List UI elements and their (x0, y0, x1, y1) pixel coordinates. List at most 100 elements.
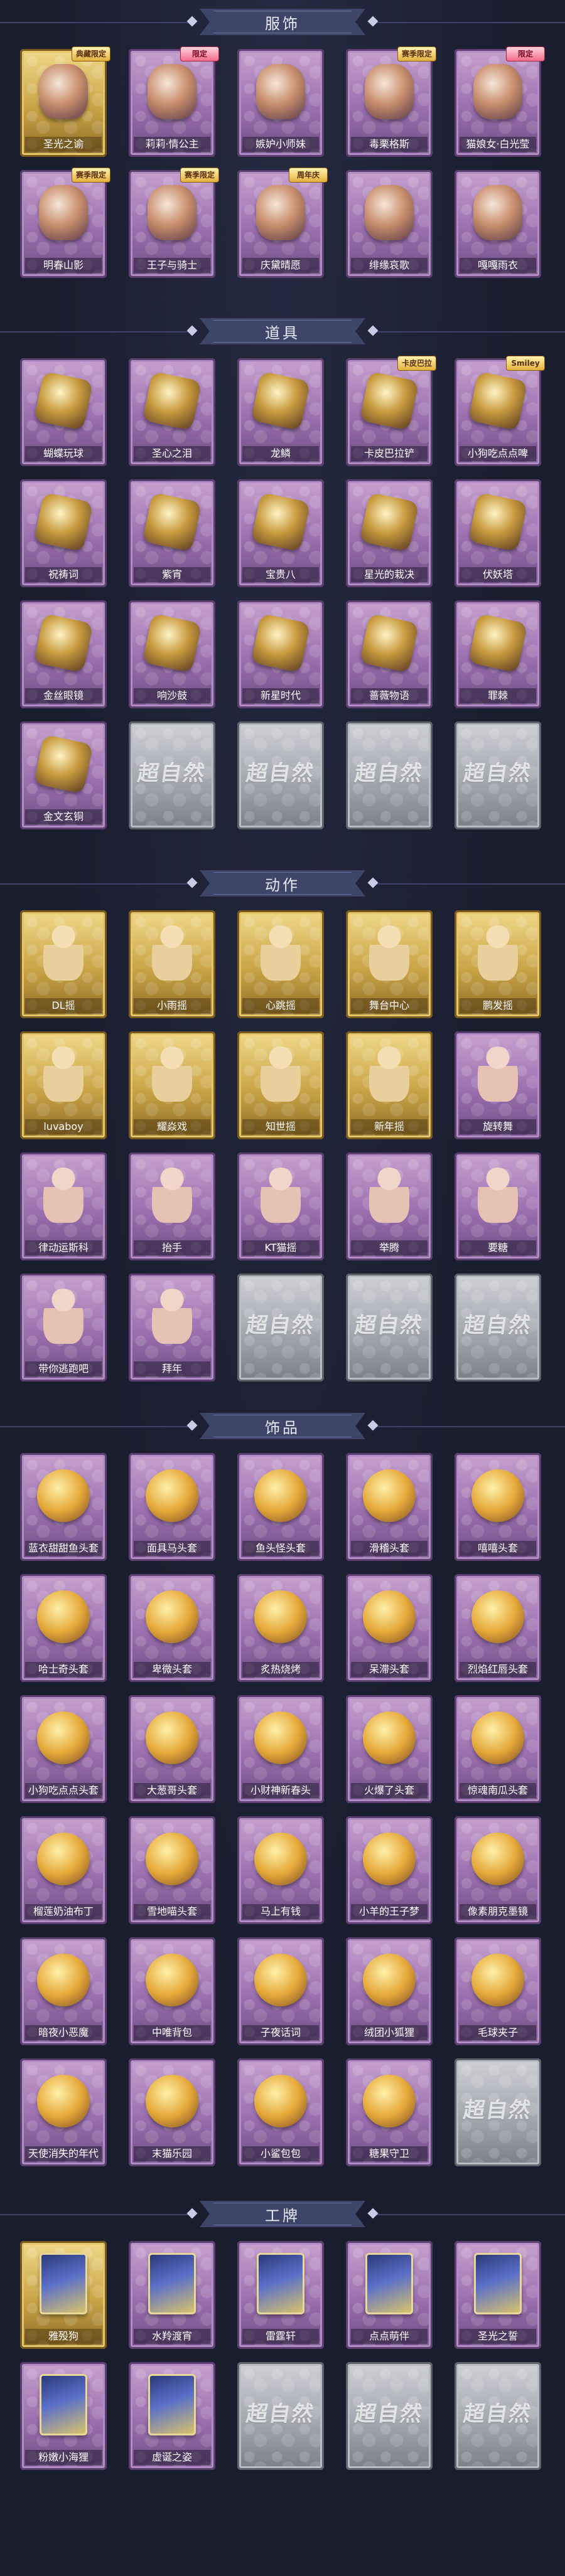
collection-item-card[interactable]: 耀焱戏 (129, 1031, 215, 1139)
collection-item-card[interactable]: 小狗吃点点啤 Smiley (455, 356, 545, 466)
collection-item-card[interactable]: 知世摇 (237, 1031, 324, 1139)
collection-item-card[interactable]: 舞台中心 (346, 910, 433, 1018)
collection-item-card[interactable]: 猫娘女·白光莹 限定 (455, 46, 545, 157)
collection-item-card[interactable]: 面具马头套 (129, 1453, 215, 1561)
item-art-icon (470, 1949, 526, 2011)
collection-item-card[interactable]: 拜年 (129, 1274, 215, 1381)
collection-item-card[interactable]: 榴莲奶油布丁 (20, 1816, 107, 1924)
collection-item-card[interactable]: 天使消失的年代 (20, 2058, 107, 2166)
collection-item-card[interactable]: 小羊的王子梦 (346, 1816, 433, 1924)
collection-item-card[interactable]: 伏妖塔 (455, 479, 541, 587)
collection-item-card[interactable]: 宝贵八 (237, 479, 324, 587)
diamond-ornament-icon (367, 2208, 379, 2219)
collection-item-card[interactable]: KT猫摇 (237, 1152, 324, 1260)
collection-item-card[interactable]: 金丝眼镜 (20, 600, 107, 708)
item-name: 舞台中心 (351, 998, 428, 1013)
collection-item-card[interactable]: 卡皮巴拉铲 卡皮巴拉 (346, 356, 436, 466)
collection-item-card[interactable]: 糖果守卫 (346, 2058, 433, 2166)
collection-item-card[interactable]: 鹏发摇 (455, 910, 541, 1018)
item-art-icon (144, 60, 200, 123)
collection-item-card[interactable]: 末猫乐园 (129, 2058, 215, 2166)
collection-item-card[interactable]: 毛球夹子 (455, 1937, 541, 2045)
collection-item-card[interactable]: 小狗吃点点头套 (20, 1695, 107, 1803)
empty-slot-logo: 超自然 (244, 1312, 316, 1338)
collection-item-card[interactable]: 响沙鼓 (129, 600, 215, 708)
header-divider (377, 22, 565, 23)
collection-item-card[interactable]: 新星时代 (237, 600, 324, 708)
collection-item-card[interactable]: 圣光之誓 (455, 2241, 541, 2349)
collection-item-card[interactable]: 庆黛晴愿 周年庆 (237, 168, 328, 278)
collection-item-card[interactable]: 心跳摇 (237, 910, 324, 1018)
collection-item-card[interactable]: 金文玄铜 (20, 721, 107, 829)
section-title: 动作 (265, 876, 300, 894)
item-art-icon (144, 1464, 200, 1527)
collection-item-card[interactable]: 抬手 (129, 1152, 215, 1260)
collection-item-card[interactable]: 紫宵 (129, 479, 215, 587)
collection-item-card[interactable]: 中唯背包 (129, 1937, 215, 2045)
collection-item-card[interactable]: 烈焰红唇头套 (455, 1574, 541, 1682)
collection-item-card[interactable]: 惊魂南瓜头套 (455, 1695, 541, 1803)
collection-item-card[interactable]: 鱼头怪头套 (237, 1453, 324, 1561)
collection-item-card[interactable]: 绒团小狐狸 (346, 1937, 433, 2045)
collection-item-card[interactable]: 呆滞头套 (346, 1574, 433, 1682)
collection-item-card[interactable]: 明春山影 赛季限定 (20, 168, 110, 278)
section-header: 工牌 (0, 2200, 565, 2230)
collection-item-card[interactable]: 暗夜小恶魔 (20, 1937, 107, 2045)
item-name: 猫娘女·白光莹 (460, 137, 536, 152)
collection-item-card[interactable]: 滑稽头套 (346, 1453, 433, 1561)
collection-item-card[interactable]: 星光的栽决 (346, 479, 433, 587)
collection-item-card[interactable]: 莉莉·情公主 限定 (129, 46, 219, 157)
item-name: 末猫乐园 (134, 2146, 210, 2161)
collection-item-card[interactable]: 蔷薇物语 (346, 600, 433, 708)
collection-item-card[interactable]: 祝祷词 (20, 479, 107, 587)
collection-item-card[interactable]: 小雨摇 (129, 910, 215, 1018)
collection-item-card[interactable]: 小鲨包包 (237, 2058, 324, 2166)
header-divider (0, 22, 188, 23)
diamond-ornament-icon (186, 1420, 198, 1431)
collection-item-card[interactable]: 小财神新春头 (237, 1695, 324, 1803)
collection-item-card[interactable]: 嘻嘻头套 (455, 1453, 541, 1561)
collection-item-card[interactable]: 嫉妒小师妹 (237, 49, 324, 157)
collection-item-card[interactable]: 绯缘哀歌 (346, 170, 433, 278)
diamond-ornament-icon (367, 325, 379, 336)
collection-item-card[interactable]: 像素朋克墨镜 (455, 1816, 541, 1924)
collection-item-card[interactable]: 蓝衣甜甜鱼头套 (20, 1453, 107, 1561)
item-name: 中唯背包 (134, 2025, 210, 2040)
collection-item-card[interactable]: 龙鳞 (237, 358, 324, 466)
collection-item-card[interactable]: 旋转舞 (455, 1031, 541, 1139)
collection-item-card[interactable]: 火爆了头套 (346, 1695, 433, 1803)
header-divider (377, 1426, 565, 1427)
item-art-icon (252, 1043, 309, 1105)
diamond-ornament-icon (186, 325, 198, 336)
collection-item-card[interactable]: 圣光之谕 典藏限定 (20, 46, 110, 157)
collection-item-card[interactable]: 粉嫩小海狸 (20, 2362, 107, 2470)
collection-item-card[interactable]: 炙热烧烤 (237, 1574, 324, 1682)
collection-item-card[interactable]: 虚诞之姿 (129, 2362, 215, 2470)
collection-item-card[interactable]: 王子与骑士 赛季限定 (129, 168, 219, 278)
collection-item-card[interactable]: 雅殁狗 (20, 2241, 107, 2349)
collection-item-card[interactable]: 哈士奇头套 (20, 1574, 107, 1682)
collection-item-card[interactable]: 大葱哥头套 (129, 1695, 215, 1803)
collection-item-card[interactable]: 新年摇 (346, 1031, 433, 1139)
collection-item-card[interactable]: 嘎嘎雨衣 (455, 170, 541, 278)
collection-item-card[interactable]: 带你逃跑吧 (20, 1274, 107, 1381)
collection-item-card[interactable]: 马上有钱 (237, 1816, 324, 1924)
collection-item-card[interactable]: 点点萌伴 (346, 2241, 433, 2349)
collection-item-card[interactable]: DL摇 (20, 910, 107, 1018)
collection-item-card[interactable]: 雪地喵头套 (129, 1816, 215, 1924)
collection-item-card[interactable]: 蝴蝶玩球 (20, 358, 107, 466)
collection-item-card[interactable]: luvaboy (20, 1031, 107, 1139)
collection-item-card[interactable]: 要糖 (455, 1152, 541, 1260)
collection-item-card[interactable]: 举腾 (346, 1152, 433, 1260)
collection-item-card[interactable]: 子夜话词 (237, 1937, 324, 2045)
collection-item-card[interactable]: 水羚渡宵 (129, 2241, 215, 2349)
collection-item-card[interactable]: 毒栗格斯 赛季限定 (346, 46, 436, 157)
collection-item-card[interactable]: 罪棘 (455, 600, 541, 708)
diamond-ornament-icon (186, 2208, 198, 2219)
collection-item-card[interactable]: 雷霆轩 (237, 2241, 324, 2349)
empty-slot-card: 超自然 (129, 721, 215, 829)
collection-item-card[interactable]: 圣心之泪 (129, 358, 215, 466)
limited-badge: 赛季限定 (71, 168, 110, 183)
collection-item-card[interactable]: 律动运斯科 (20, 1152, 107, 1260)
collection-item-card[interactable]: 卑微头套 (129, 1574, 215, 1682)
